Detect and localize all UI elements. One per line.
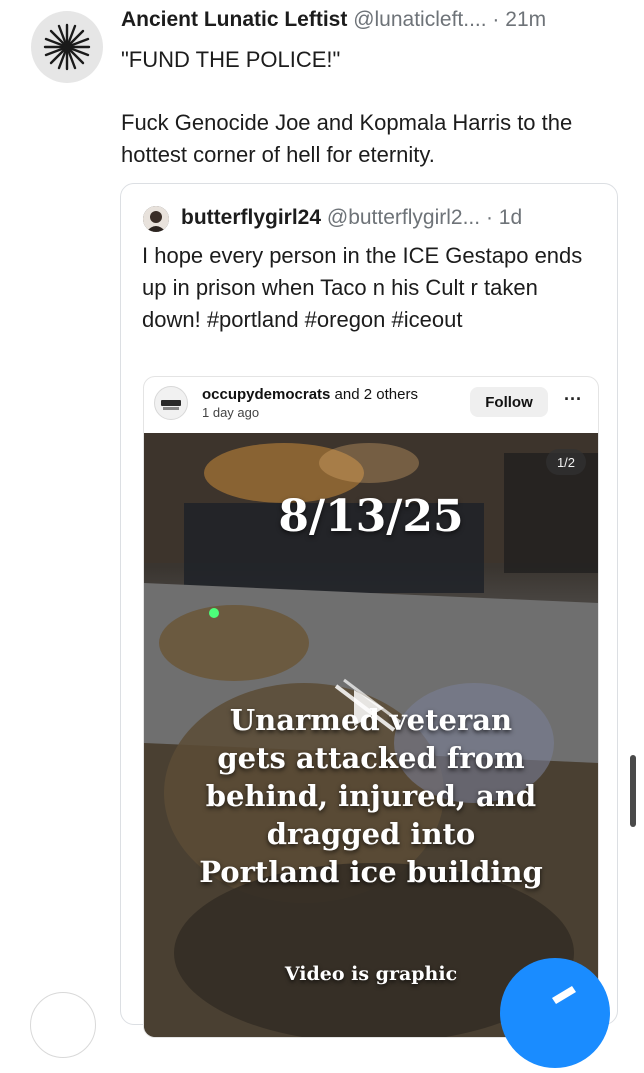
post-text-line: "FUND THE POLICE!" [121,47,341,72]
quoted-author-avatar[interactable] [143,206,169,232]
more-options-button[interactable]: ··· [558,390,588,411]
caption-line: dragged into [266,817,476,851]
embed-account-avatar[interactable] [154,386,188,420]
author-avatar[interactable] [31,11,103,83]
scrollbar-thumb[interactable] [630,755,636,827]
caption-line: gets attacked from [217,741,525,775]
embed-time: 1 day ago [202,405,260,420]
caption-line: Portland ice building [199,855,543,889]
play-icon [334,678,401,732]
compose-icon [552,986,576,1004]
video-media[interactable]: 1/2 8/13/25 Unarmed veteran gets attacke… [144,433,598,1037]
quoted-author-handle[interactable]: @butterflygirl2... [327,206,480,229]
quoted-post[interactable]: butterflygirl24 @butterflygirl2... · 1d … [120,183,618,1038]
logo-icon [161,400,181,410]
separator-dot: · [492,8,500,31]
post-body: "FUND THE POLICE!" Fuck Genocide Joe and… [121,44,614,171]
play-button[interactable] [332,678,402,738]
post-time[interactable]: 21m [505,8,546,31]
embed-collaborators[interactable]: and 2 others [330,386,418,403]
quoted-body: I hope every person in the ICE Gestapo e… [142,243,583,332]
post-header: Ancient Lunatic Leftist @lunaticleft....… [121,6,628,34]
quoted-header: butterflygirl24 @butterflygirl2... · 1d [181,204,601,232]
author-name[interactable]: Ancient Lunatic Leftist [121,8,347,31]
compose-button[interactable] [500,958,610,1068]
next-post-avatar[interactable] [30,992,96,1058]
starburst-icon [43,23,91,71]
author-handle[interactable]: @lunaticleft.... [353,8,486,31]
follow-button[interactable]: Follow [470,387,548,417]
embed-account: occupydemocrats and 2 others [202,385,418,404]
avatar-image [143,206,169,232]
quoted-author-name[interactable]: butterflygirl24 [181,206,321,229]
instagram-embed[interactable]: occupydemocrats and 2 others 1 day ago F… [143,376,599,1038]
caption-line: behind, injured, and [205,779,537,813]
video-date-overlay: 8/13/25 [278,491,464,542]
quoted-post-time[interactable]: 1d [499,206,522,229]
embed-username[interactable]: occupydemocrats [202,386,330,403]
separator-dot: · [485,206,493,229]
post-text-line: Fuck Genocide Joe and Kopmala Harris to … [121,110,573,167]
slide-counter: 1/2 [546,449,586,475]
